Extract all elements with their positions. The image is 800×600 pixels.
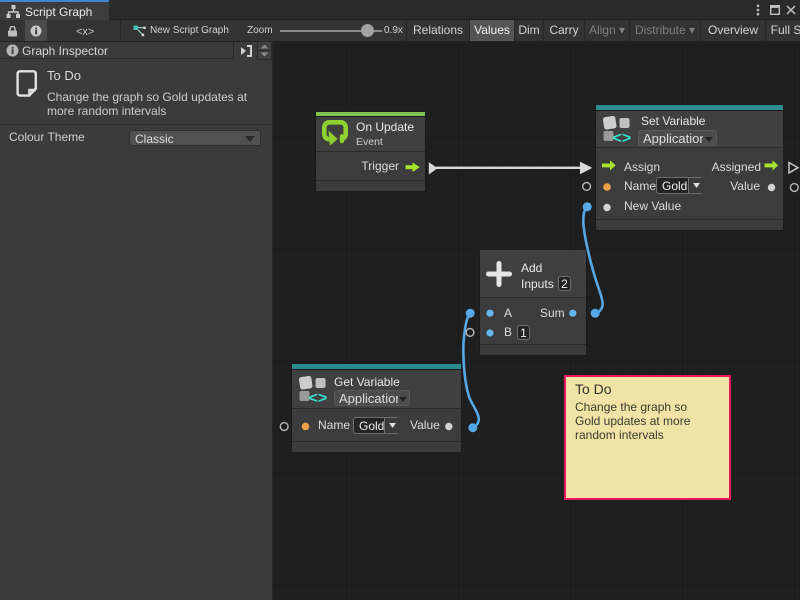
svg-text:<>: <>: [309, 390, 328, 405]
svg-text:<>: <>: [613, 130, 632, 145]
